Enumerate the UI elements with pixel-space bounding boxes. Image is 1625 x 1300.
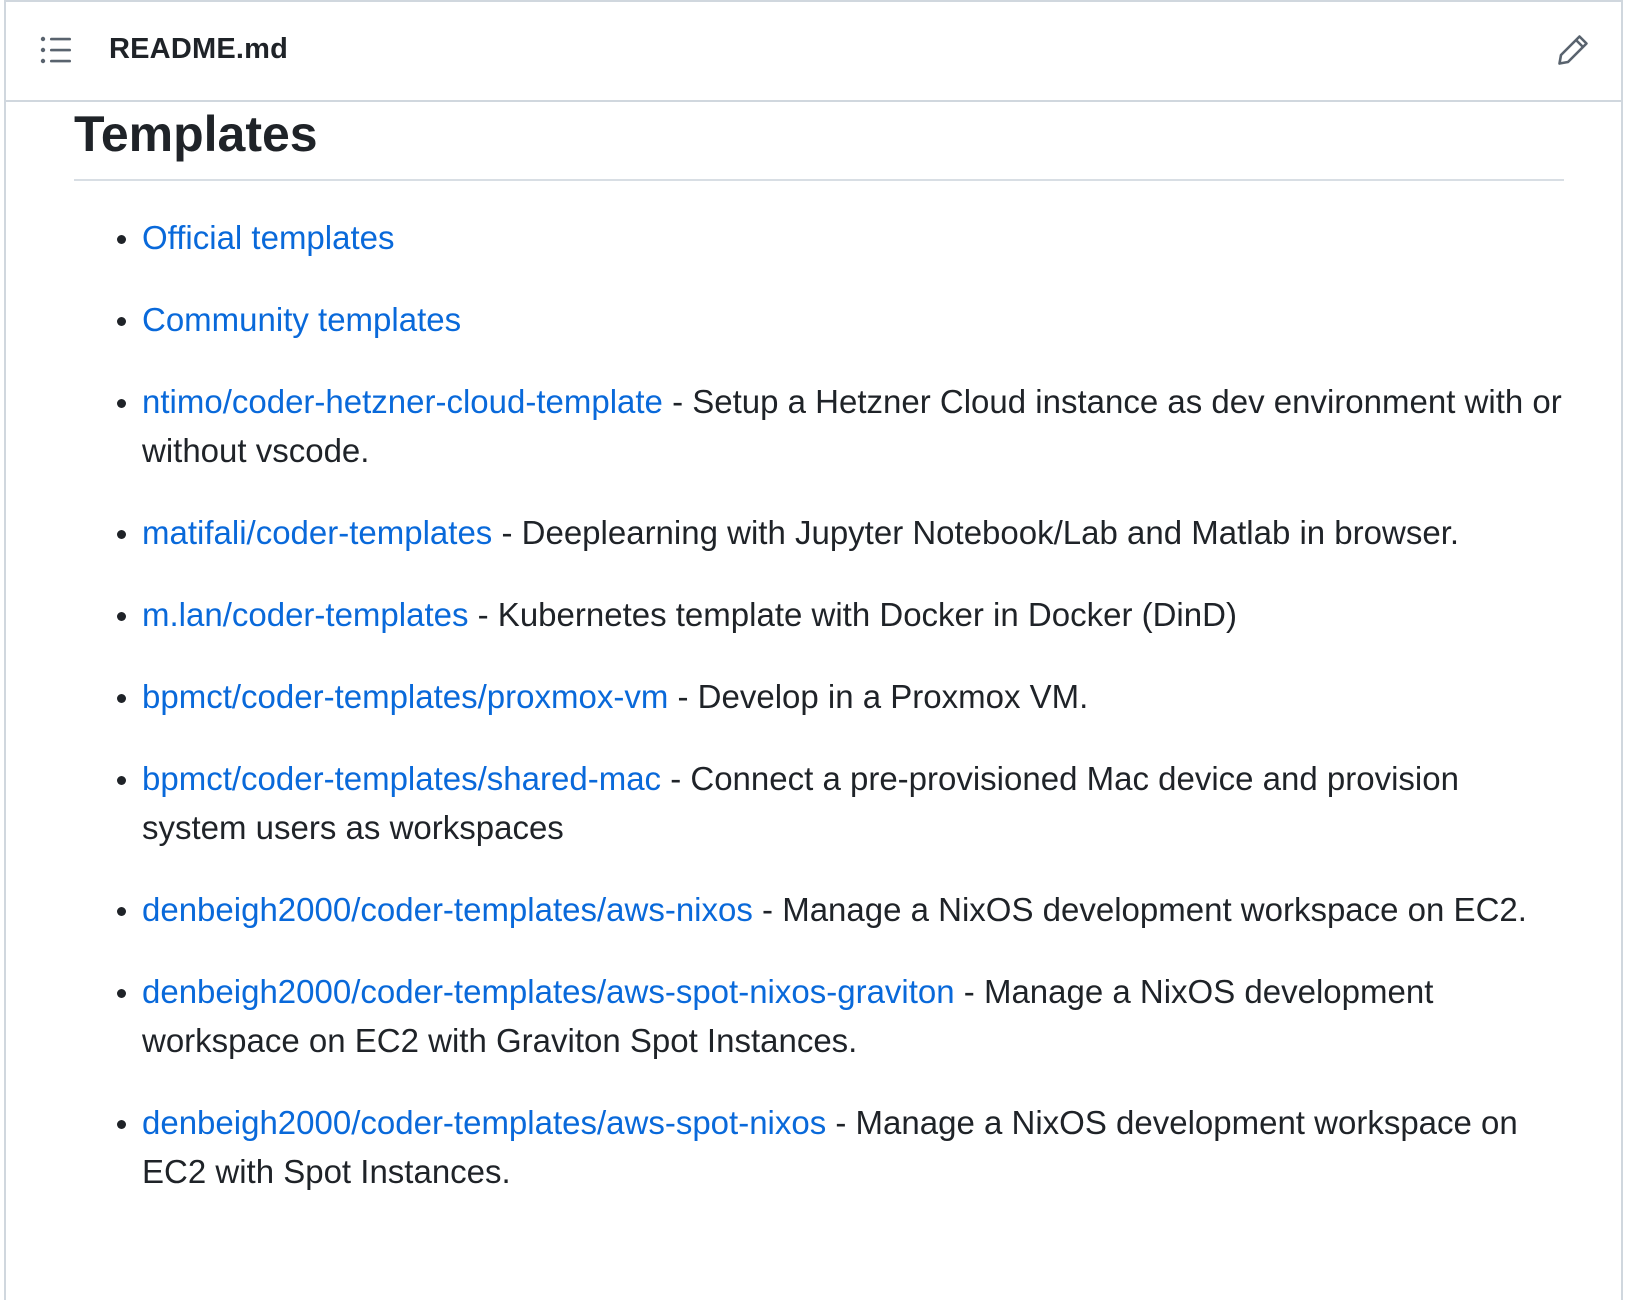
- template-link[interactable]: denbeigh2000/coder-templates/aws-spot-ni…: [142, 1104, 826, 1141]
- template-link[interactable]: m.lan/coder-templates: [142, 596, 468, 633]
- list-item: matifali/coder-templates - Deeplearning …: [117, 508, 1564, 557]
- file-name: README.md: [109, 33, 289, 65]
- template-link[interactable]: denbeigh2000/coder-templates/aws-nixos: [142, 891, 753, 928]
- template-link[interactable]: denbeigh2000/coder-templates/aws-spot-ni…: [142, 973, 955, 1010]
- list-item: bpmct/coder-templates/shared-mac - Conne…: [117, 754, 1564, 852]
- template-link[interactable]: bpmct/coder-templates/proxmox-vm: [142, 678, 668, 715]
- template-link[interactable]: Official templates: [142, 219, 395, 256]
- list-unordered-icon: [39, 35, 73, 70]
- template-description: - Develop in a Proxmox VM.: [668, 678, 1089, 715]
- list-item: bpmct/coder-templates/proxmox-vm - Devel…: [117, 672, 1564, 721]
- readme-panel: README.md Templates Official templates Co…: [4, 0, 1623, 1300]
- template-link[interactable]: Community templates: [142, 301, 461, 338]
- list-item: Community templates: [117, 295, 1564, 344]
- section-title: Templates: [74, 106, 318, 162]
- edit-file-button[interactable]: [1551, 30, 1595, 74]
- list-item: Official templates: [117, 213, 1564, 262]
- outline-button[interactable]: [36, 32, 76, 72]
- template-link[interactable]: matifali/coder-templates: [142, 514, 492, 551]
- heading-divider: [74, 179, 1564, 181]
- template-link[interactable]: bpmct/coder-templates/shared-mac: [142, 760, 661, 797]
- list-item: denbeigh2000/coder-templates/aws-spot-ni…: [117, 1098, 1564, 1196]
- file-header: README.md: [6, 2, 1621, 102]
- list-item: m.lan/coder-templates - Kubernetes templ…: [117, 590, 1564, 639]
- template-description: - Deeplearning with Jupyter Notebook/Lab…: [492, 514, 1460, 551]
- template-description: - Manage a NixOS development workspace o…: [752, 891, 1527, 928]
- template-link[interactable]: ntimo/coder-hetzner-cloud-template: [142, 383, 663, 420]
- list-item: denbeigh2000/coder-templates/aws-nixos -…: [117, 885, 1564, 934]
- pencil-icon: [1556, 33, 1590, 72]
- template-description: - Kubernetes template with Docker in Doc…: [468, 596, 1237, 633]
- list-item: denbeigh2000/coder-templates/aws-spot-ni…: [117, 967, 1564, 1065]
- list-item: ntimo/coder-hetzner-cloud-template - Set…: [117, 377, 1564, 475]
- templates-list: Official templates Community templates nti…: [74, 213, 1564, 1229]
